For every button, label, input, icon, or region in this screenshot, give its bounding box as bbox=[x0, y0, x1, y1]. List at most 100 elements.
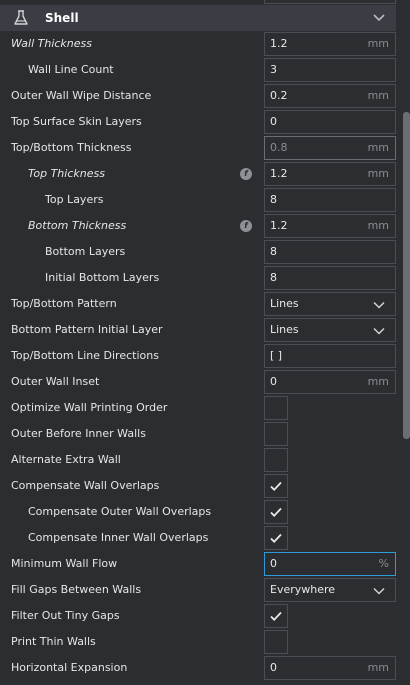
bottom-layers-input[interactable]: 8 bbox=[264, 240, 396, 264]
optimize-wall-printing-order-checkbox[interactable] bbox=[264, 396, 288, 420]
bottom-pattern-initial-layer-select[interactable]: Lines bbox=[264, 318, 396, 342]
field-unit: mm bbox=[367, 661, 389, 674]
field-value: 3 bbox=[270, 63, 277, 76]
select-value: Everywhere bbox=[270, 583, 336, 596]
setting-label: Minimum Wall Flow bbox=[11, 557, 118, 570]
setting-bottom-pattern-initial-layer: Bottom Pattern Initial Layer Lines bbox=[0, 317, 400, 343]
initial-bottom-layers-input[interactable]: 8 bbox=[264, 266, 396, 290]
setting-label: Compensate Inner Wall Overlaps bbox=[28, 531, 209, 544]
top-thickness-input[interactable]: 1.2 mm bbox=[264, 162, 396, 186]
setting-bottom-thickness: Bottom Thickness f 1.2 mm bbox=[0, 213, 400, 239]
setting-compensate-outer-wall-overlaps: Compensate Outer Wall Overlaps bbox=[0, 499, 400, 525]
fill-gaps-between-walls-select[interactable]: Everywhere bbox=[264, 578, 396, 602]
compensate-outer-wall-overlaps-checkbox[interactable] bbox=[264, 500, 288, 524]
setting-label: Top Layers bbox=[45, 193, 104, 206]
field-value: [ ] bbox=[270, 349, 283, 362]
setting-compensate-wall-overlaps: Compensate Wall Overlaps bbox=[0, 473, 400, 499]
field-value: 0 bbox=[270, 557, 277, 570]
horizontal-expansion-input[interactable]: 0 mm bbox=[264, 656, 396, 680]
bottom-thickness-input[interactable]: 1.2 mm bbox=[264, 214, 396, 238]
chevron-down-icon[interactable] bbox=[372, 11, 386, 25]
alternate-extra-wall-checkbox[interactable] bbox=[264, 448, 288, 472]
function-icon[interactable]: f bbox=[240, 220, 252, 232]
field-value: 8 bbox=[270, 245, 277, 258]
setting-label: Compensate Wall Overlaps bbox=[11, 479, 160, 492]
chevron-down-icon bbox=[373, 325, 385, 337]
section-header-shell[interactable]: Shell bbox=[0, 5, 396, 31]
field-unit: mm bbox=[367, 167, 389, 180]
compensate-inner-wall-overlaps-checkbox[interactable] bbox=[264, 526, 288, 550]
setting-top-thickness: Top Thickness f 1.2 mm bbox=[0, 161, 400, 187]
outer-wall-inset-input[interactable]: 0 mm bbox=[264, 370, 396, 394]
setting-label: Wall Thickness bbox=[11, 37, 92, 50]
setting-label: Outer Wall Inset bbox=[11, 375, 100, 388]
checkmark-icon bbox=[270, 611, 282, 621]
select-value: Lines bbox=[270, 297, 299, 310]
field-value: 1.2 bbox=[270, 219, 288, 232]
setting-outer-wall-inset: Outer Wall Inset 0 mm bbox=[0, 369, 400, 395]
setting-top-bottom-line-directions: Top/Bottom Line Directions [ ] bbox=[0, 343, 400, 369]
minimum-wall-flow-input[interactable]: 0 % bbox=[264, 552, 396, 576]
setting-initial-bottom-layers: Initial Bottom Layers 8 bbox=[0, 265, 400, 291]
setting-print-thin-walls: Print Thin Walls bbox=[0, 629, 400, 655]
outer-wall-wipe-distance-input[interactable]: 0.2 mm bbox=[264, 84, 396, 108]
field-value: 0 bbox=[270, 375, 277, 388]
setting-label: Bottom Thickness bbox=[28, 219, 127, 232]
field-unit: % bbox=[378, 557, 389, 570]
top-surface-skin-layers-input[interactable]: 0 bbox=[264, 110, 396, 134]
field-unit: mm bbox=[367, 89, 389, 102]
setting-label: Optimize Wall Printing Order bbox=[11, 401, 168, 414]
setting-label: Compensate Outer Wall Overlaps bbox=[28, 505, 212, 518]
outer-before-inner-walls-checkbox[interactable] bbox=[264, 422, 288, 446]
setting-label: Outer Wall Wipe Distance bbox=[11, 89, 152, 102]
print-thin-walls-checkbox[interactable] bbox=[264, 630, 288, 654]
setting-top-bottom-pattern: Top/Bottom Pattern Lines bbox=[0, 291, 400, 317]
setting-wall-thickness: Wall Thickness 1.2 mm bbox=[0, 31, 400, 57]
top-bottom-pattern-select[interactable]: Lines bbox=[264, 292, 396, 316]
field-value: 8 bbox=[270, 193, 277, 206]
top-bottom-thickness-input[interactable]: 0.8 mm bbox=[264, 136, 396, 160]
setting-label: Bottom Layers bbox=[45, 245, 126, 258]
setting-label: Horizontal Expansion bbox=[11, 661, 128, 674]
setting-label: Fill Gaps Between Walls bbox=[11, 583, 142, 596]
setting-label: Initial Bottom Layers bbox=[45, 271, 160, 284]
setting-label: Top/Bottom Thickness bbox=[11, 141, 132, 154]
setting-optimize-wall-printing-order: Optimize Wall Printing Order bbox=[0, 395, 400, 421]
field-unit: mm bbox=[367, 219, 389, 232]
chevron-down-icon bbox=[373, 585, 385, 597]
top-bottom-line-directions-input[interactable]: [ ] bbox=[264, 344, 396, 368]
setting-label: Top Thickness bbox=[28, 167, 105, 180]
scrollbar[interactable] bbox=[403, 112, 410, 439]
filter-out-tiny-gaps-checkbox[interactable] bbox=[264, 604, 288, 628]
setting-label: Bottom Pattern Initial Layer bbox=[11, 323, 163, 336]
top-layers-input[interactable]: 8 bbox=[264, 188, 396, 212]
setting-top-bottom-thickness: Top/Bottom Thickness 0.8 mm bbox=[0, 135, 400, 161]
setting-label: Print Thin Walls bbox=[11, 635, 96, 648]
field-unit: mm bbox=[367, 375, 389, 388]
setting-filter-out-tiny-gaps: Filter Out Tiny Gaps bbox=[0, 603, 400, 629]
checkmark-icon bbox=[270, 507, 282, 517]
setting-top-layers: Top Layers 8 bbox=[0, 187, 400, 213]
setting-bottom-layers: Bottom Layers 8 bbox=[0, 239, 400, 265]
setting-label: Filter Out Tiny Gaps bbox=[11, 609, 120, 622]
wall-line-count-input[interactable]: 3 bbox=[264, 58, 396, 82]
previous-field-edge bbox=[264, 0, 396, 4]
checkmark-icon bbox=[270, 533, 282, 543]
setting-horizontal-expansion: Horizontal Expansion 0 mm bbox=[0, 655, 400, 681]
compensate-wall-overlaps-checkbox[interactable] bbox=[264, 474, 288, 498]
checkmark-icon bbox=[270, 481, 282, 491]
field-value: 0.8 bbox=[270, 141, 288, 154]
setting-wall-line-count: Wall Line Count 3 bbox=[0, 57, 400, 83]
field-value: 8 bbox=[270, 271, 277, 284]
chevron-down-icon bbox=[373, 299, 385, 311]
setting-outer-wall-wipe-distance: Outer Wall Wipe Distance 0.2 mm bbox=[0, 83, 400, 109]
setting-label: Alternate Extra Wall bbox=[11, 453, 121, 466]
setting-top-surface-skin-layers: Top Surface Skin Layers 0 bbox=[0, 109, 400, 135]
wall-thickness-input[interactable]: 1.2 mm bbox=[264, 32, 396, 56]
field-unit: mm bbox=[367, 141, 389, 154]
function-icon[interactable]: f bbox=[240, 168, 252, 180]
field-value: 0 bbox=[270, 115, 277, 128]
setting-label: Top/Bottom Line Directions bbox=[11, 349, 159, 362]
shell-icon bbox=[10, 9, 32, 27]
field-value: 1.2 bbox=[270, 167, 288, 180]
